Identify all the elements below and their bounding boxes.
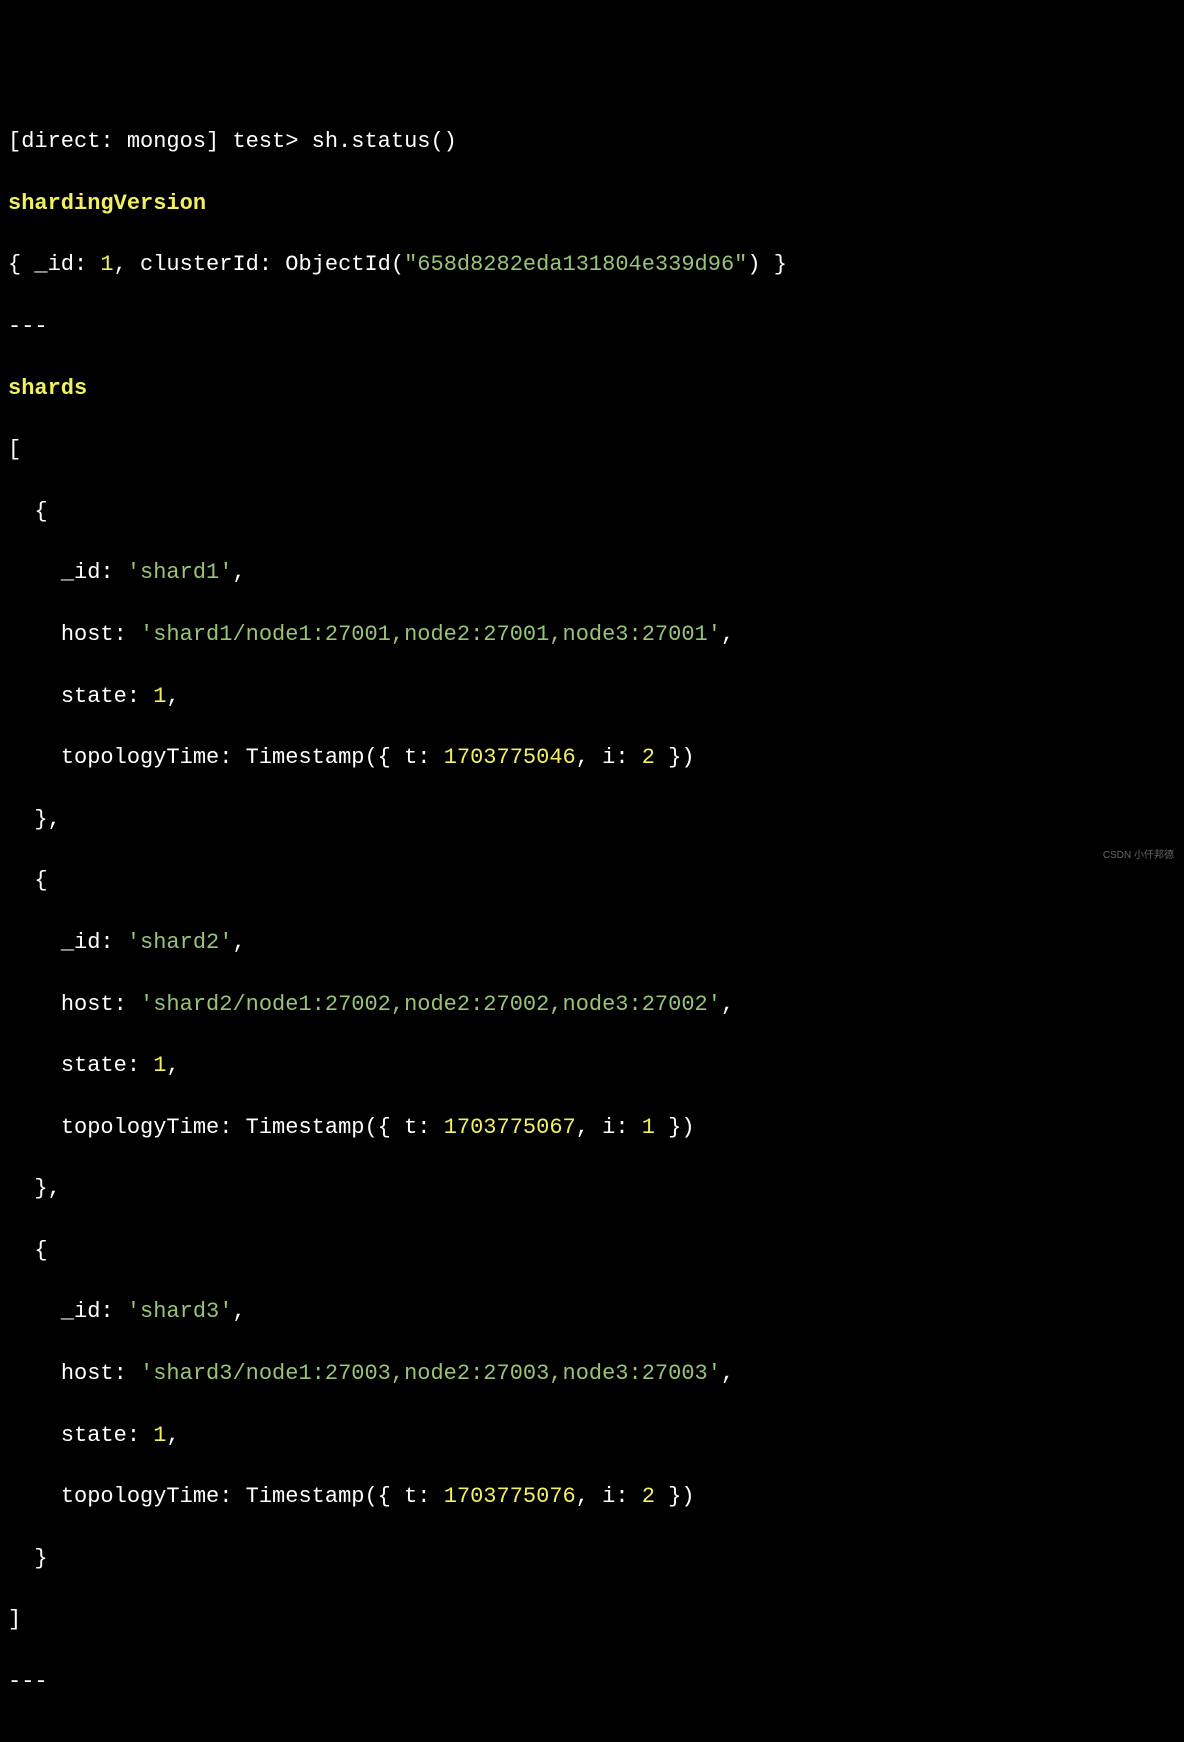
shard-host: host: 'shard2/node1:27002,node2:27002,no… <box>8 990 1176 1021</box>
shard-state: state: 1, <box>8 1051 1176 1082</box>
prompt-db: test <box>232 129 285 154</box>
shard-close: }, <box>8 805 1176 836</box>
shard-id: _id: 'shard1', <box>8 558 1176 589</box>
shard-entry: { <box>8 1236 1176 1267</box>
array-close: ] <box>8 1605 1176 1636</box>
watermark: CSDN 小仟邦德 <box>1103 849 1174 863</box>
separator: --- <box>8 312 1176 343</box>
shard-close: } <box>8 1544 1176 1575</box>
shard-host: host: 'shard3/node1:27003,node2:27003,no… <box>8 1359 1176 1390</box>
prompt-context: [direct: mongos] <box>8 129 219 154</box>
shard-close: }, <box>8 1174 1176 1205</box>
prompt-command: sh.status() <box>312 129 457 154</box>
shard-entry: { <box>8 497 1176 528</box>
prompt-marker: > <box>285 129 298 154</box>
shard-id: _id: 'shard2', <box>8 928 1176 959</box>
array-open: [ <box>8 435 1176 466</box>
shard-id: _id: 'shard3', <box>8 1297 1176 1328</box>
shard-topology: topologyTime: Timestamp({ t: 1703775076,… <box>8 1482 1176 1513</box>
shard-state: state: 1, <box>8 1421 1176 1452</box>
shard-state: state: 1, <box>8 682 1176 713</box>
prompt-line[interactable]: [direct: mongos] test> sh.status() <box>8 127 1176 158</box>
sharding-version-line: { _id: 1, clusterId: ObjectId("658d8282e… <box>8 250 1176 281</box>
shards-header: shards <box>8 374 1176 405</box>
shard-host: host: 'shard1/node1:27001,node2:27001,no… <box>8 620 1176 651</box>
shard-topology: topologyTime: Timestamp({ t: 1703775046,… <box>8 743 1176 774</box>
separator: --- <box>8 1667 1176 1698</box>
shard-topology: topologyTime: Timestamp({ t: 1703775067,… <box>8 1113 1176 1144</box>
sharding-version-header: shardingVersion <box>8 189 1176 220</box>
